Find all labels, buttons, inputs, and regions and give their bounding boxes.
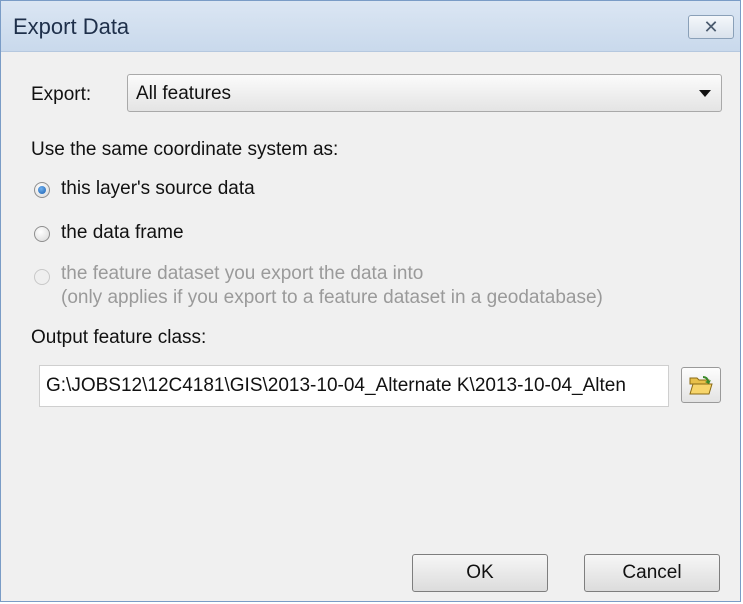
- output-feature-class-label: Output feature class:: [31, 327, 207, 348]
- folder-open-icon: [689, 376, 713, 395]
- title-bar: Export Data ✕: [1, 1, 740, 52]
- dialog-title: Export Data: [13, 14, 130, 39]
- export-data-dialog: Export Data ✕ Export: All features Use t…: [0, 0, 741, 602]
- close-button[interactable]: ✕: [688, 15, 734, 39]
- radio-feature-dataset-label: the feature dataset you export the data …: [61, 263, 424, 284]
- export-label: Export:: [31, 84, 92, 105]
- radio-data-frame-label[interactable]: the data frame: [61, 222, 184, 244]
- export-selected-value: All features: [136, 83, 232, 104]
- browse-button[interactable]: [681, 367, 721, 403]
- radio-data-frame[interactable]: [34, 226, 50, 242]
- output-path-field[interactable]: G:\JOBS12\12C4181\GIS\2013-10-04_Alterna…: [39, 365, 669, 407]
- export-dropdown[interactable]: All features: [127, 74, 722, 112]
- chevron-down-icon: [699, 90, 711, 97]
- close-icon: ✕: [703, 17, 719, 37]
- radio-feature-dataset-note: (only applies if you export to a feature…: [61, 287, 603, 308]
- radio-source-data[interactable]: [34, 182, 50, 198]
- cancel-button[interactable]: Cancel: [584, 554, 720, 592]
- coordinate-system-heading: Use the same coordinate system as:: [31, 139, 339, 160]
- ok-button[interactable]: OK: [412, 554, 548, 592]
- radio-feature-dataset: [34, 269, 50, 285]
- radio-source-data-label[interactable]: this layer's source data: [61, 178, 255, 200]
